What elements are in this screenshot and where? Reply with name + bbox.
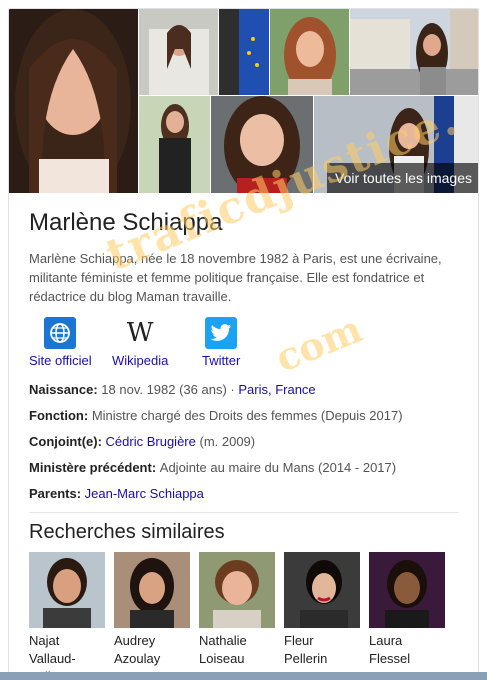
related-person-card[interactable]: Nathalie Loiseau (199, 552, 275, 668)
person-name[interactable]: Pellerin (284, 650, 360, 668)
fact-link[interactable]: Cédric Brugière (106, 434, 196, 449)
fact-label: Parents (29, 486, 77, 501)
social-label[interactable]: Twitter (202, 353, 240, 368)
person-photo[interactable] (29, 552, 105, 628)
social-label[interactable]: Site officiel (29, 353, 92, 368)
photo-thumbnail[interactable] (139, 9, 218, 95)
fact-conjoint: Conjoint(e): Cédric Brugière (m. 2009) (29, 434, 256, 449)
fact-link[interactable]: Jean-Marc Schiappa (85, 486, 204, 501)
social-site-officiel[interactable]: Site officiel (29, 317, 92, 368)
person-photo[interactable] (114, 552, 190, 628)
image-grid: Voir toutes les images (9, 9, 478, 193)
fact-value: Adjointe au maire du Mans (2014 - 2017) (159, 460, 397, 475)
fact-label: Conjoint(e) (29, 434, 98, 449)
person-name[interactable]: Loiseau (199, 650, 275, 668)
photo-thumbnail[interactable] (350, 9, 478, 95)
person-photo[interactable] (284, 552, 360, 628)
social-wikipedia[interactable]: W Wikipedia (112, 317, 168, 368)
footer-band (0, 672, 487, 680)
globe-icon (44, 317, 77, 349)
wikipedia-icon: W (124, 317, 157, 349)
photo-thumbnail[interactable] (219, 9, 269, 95)
fact-link[interactable]: Paris, France (238, 382, 315, 397)
fact-label: Naissance (29, 382, 94, 397)
fact-parents: Parents: Jean-Marc Schiappa (29, 486, 204, 501)
person-photo[interactable] (199, 552, 275, 628)
twitter-icon (205, 317, 238, 349)
main-portrait-image[interactable] (9, 9, 138, 193)
photo-thumbnail[interactable] (139, 96, 210, 193)
photo-thumbnail[interactable] (270, 9, 349, 95)
related-person-card[interactable]: Laura Flessel (369, 552, 445, 668)
fact-ministere-precedent: Ministère précédent: Adjointe au maire d… (29, 460, 397, 475)
fact-label: Ministère précédent (29, 460, 152, 475)
section-divider (29, 512, 459, 513)
person-name[interactable]: Azoulay (114, 650, 190, 668)
knowledge-panel: Voir toutes les images Marlène Schiappa … (8, 8, 479, 680)
person-name[interactable]: Audrey (114, 632, 190, 650)
fact-value: 18 nov. 1982 (36 ans) · (101, 382, 239, 397)
panel-description: Marlène Schiappa, née le 18 novembre 198… (29, 251, 442, 304)
related-searches-title: Recherches similaires (29, 521, 225, 543)
fact-label: Fonction (29, 408, 84, 423)
related-person-card[interactable]: NajatVallaud-Belkacem (29, 552, 105, 680)
social-label[interactable]: Wikipedia (112, 353, 168, 368)
person-name[interactable]: Flessel (369, 650, 445, 668)
watermark-text: com (269, 305, 369, 381)
related-person-card[interactable]: Fleur Pellerin (284, 552, 360, 668)
person-name[interactable]: Vallaud- (29, 650, 105, 668)
fact-naissance: Naissance: 18 nov. 1982 (36 ans) · Paris… (29, 382, 316, 397)
social-twitter[interactable]: Twitter (202, 317, 240, 368)
person-name[interactable]: Laura (369, 632, 445, 650)
fact-value: (m. 2009) (195, 434, 256, 449)
person-name[interactable]: Fleur (284, 632, 360, 650)
fact-fonction: Fonction: Ministre chargé des Droits des… (29, 408, 403, 423)
person-name[interactable]: Najat (29, 632, 105, 650)
related-person-card[interactable]: Audrey Azoulay (114, 552, 190, 668)
person-photo[interactable] (369, 552, 445, 628)
fact-value: Ministre chargé des Droits des femmes (D… (91, 408, 403, 423)
person-name[interactable]: Nathalie (199, 632, 275, 650)
facts-list: Naissance: 18 nov. 1982 (36 ans) · Paris… (29, 377, 469, 507)
